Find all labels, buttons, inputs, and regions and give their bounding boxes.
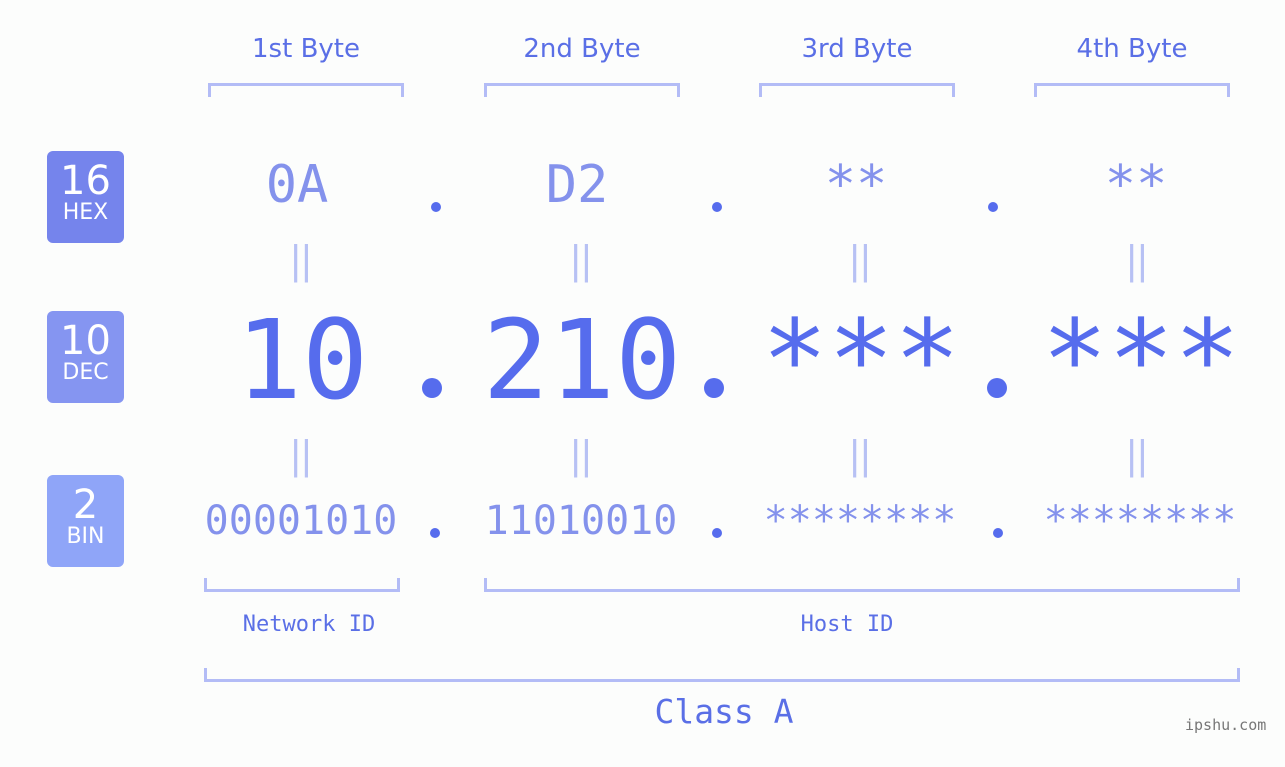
byte-bracket-1 [208,83,404,97]
equals-icon: || [848,238,872,282]
bin-badge-label: BIN [66,524,105,549]
network-id-label: Network ID [242,612,376,637]
hex-value-4: ** [1104,155,1168,215]
host-id-label: Host ID [800,612,894,637]
hex-badge-number: 16 [60,158,111,204]
bin-badge-number: 2 [72,482,99,528]
equals-icon: || [1125,238,1149,282]
byte-bracket-4 [1034,83,1230,97]
byte-bracket-2 [484,83,680,97]
dec-value-3: *** [761,296,961,424]
hex-value-3: ** [824,155,888,215]
byte-bracket-3 [759,83,955,97]
dec-badge: 10 DEC [47,311,124,403]
hex-separator-dot [431,202,441,212]
byte-header-1: 1st Byte [252,34,360,64]
dec-separator-dot [704,378,724,398]
class-label: Class A [654,692,794,731]
equals-icon: || [848,433,872,477]
host-id-bracket [484,578,1240,592]
bin-separator-dot [712,528,722,538]
equals-icon: || [289,238,313,282]
byte-header-3: 3rd Byte [801,34,913,64]
bin-value-4: ******** [1043,498,1237,544]
hex-separator-dot [712,202,722,212]
equals-icon: || [1125,433,1149,477]
bin-value-1: 00001010 [204,498,398,544]
bin-value-3: ******** [763,498,957,544]
dec-separator-dot [422,378,442,398]
hex-value-2: D2 [545,155,609,215]
bin-separator-dot [430,528,440,538]
byte-header-2: 2nd Byte [523,34,641,64]
bin-separator-dot [993,528,1003,538]
byte-header-4: 4th Byte [1076,34,1188,64]
dec-value-2: 210 [482,296,682,424]
dec-value-1: 10 [235,296,369,424]
hex-value-1: 0A [265,155,329,215]
equals-icon: || [569,238,593,282]
class-bracket [204,668,1240,682]
network-id-bracket [204,578,400,592]
hex-badge-label: HEX [62,200,109,225]
hex-badge: 16 HEX [47,151,124,243]
equals-icon: || [289,433,313,477]
dec-badge-number: 10 [60,318,111,364]
bin-badge: 2 BIN [47,475,124,567]
equals-icon: || [569,433,593,477]
dec-value-4: *** [1041,296,1241,424]
dec-badge-label: DEC [62,360,109,385]
hex-separator-dot [988,202,998,212]
bin-value-2: 11010010 [484,498,678,544]
watermark: ipshu.com [1185,716,1267,734]
dec-separator-dot [987,378,1007,398]
